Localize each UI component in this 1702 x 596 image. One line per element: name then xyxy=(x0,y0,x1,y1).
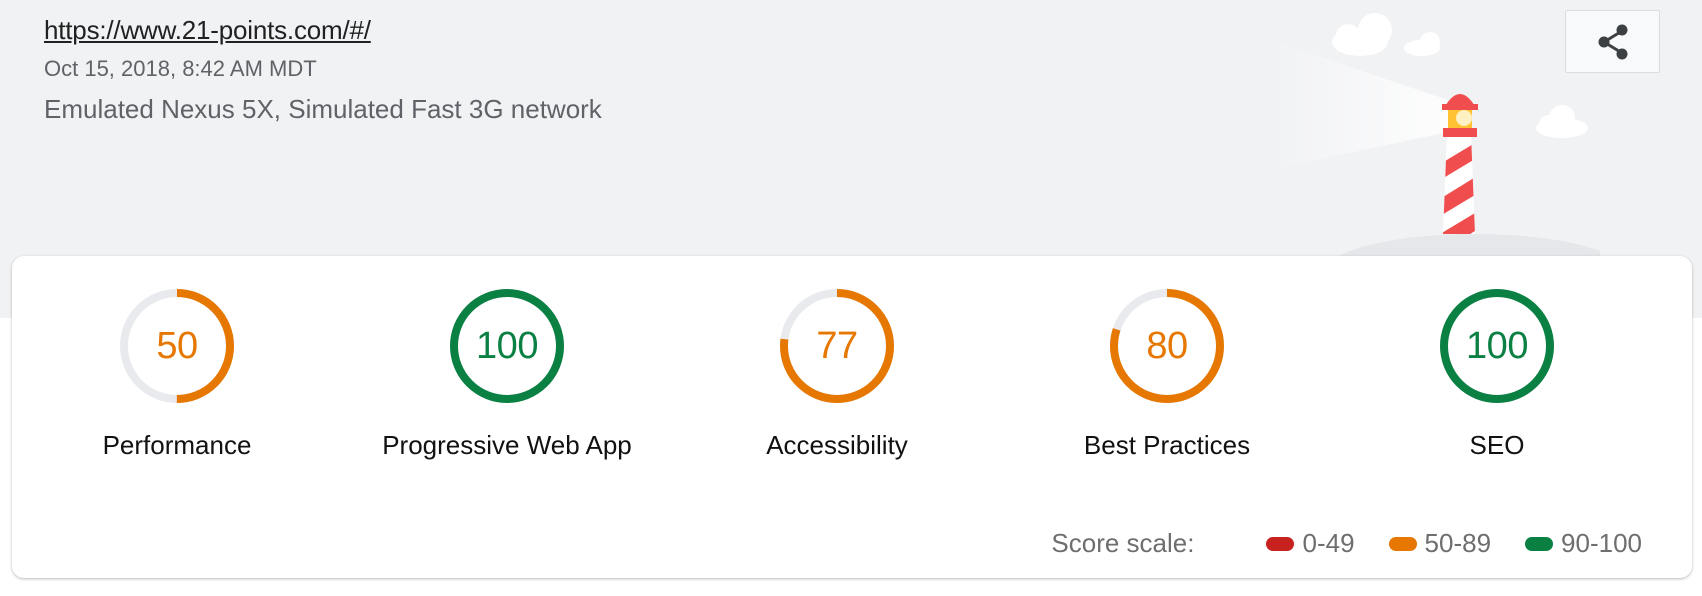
gauge-best-practices[interactable]: 80 Best Practices xyxy=(1002,286,1332,461)
share-button[interactable] xyxy=(1565,10,1660,73)
average-swatch xyxy=(1388,536,1417,551)
category-gauges: 50 Performance 100 Progressive Web App 7… xyxy=(12,286,1692,461)
best-practices-score: 80 xyxy=(1146,324,1188,367)
scale-range-pass: 90-100 xyxy=(1525,528,1642,559)
report-timestamp: Oct 15, 2018, 8:42 AM MDT xyxy=(44,56,317,81)
fail-range-label: 0-49 xyxy=(1302,528,1355,558)
performance-score: 50 xyxy=(156,324,198,367)
performance-gauge-ring: 50 xyxy=(117,286,237,406)
seo-score: 100 xyxy=(1466,324,1528,367)
lighthouse-icon xyxy=(1270,13,1600,270)
score-scale-title: Score scale: xyxy=(1051,528,1195,558)
pwa-label: Progressive Web App xyxy=(382,430,632,460)
share-icon xyxy=(1598,24,1627,59)
report-meta: https://www.21-points.com/#/ Oct 15, 201… xyxy=(44,12,602,126)
pass-swatch xyxy=(1525,536,1554,551)
gauge-accessibility[interactable]: 77 Accessibility xyxy=(672,286,1002,461)
scale-range-fail: 0-49 xyxy=(1266,528,1355,559)
gauge-seo[interactable]: 100 SEO xyxy=(1332,286,1662,461)
tested-url-link[interactable]: https://www.21-points.com/#/ xyxy=(44,12,602,48)
seo-gauge-ring: 100 xyxy=(1437,286,1557,406)
performance-label: Performance xyxy=(102,430,252,460)
accessibility-gauge-ring: 77 xyxy=(777,286,897,406)
scores-card: 50 Performance 100 Progressive Web App 7… xyxy=(12,256,1692,578)
best-practices-label: Best Practices xyxy=(1083,430,1251,460)
average-range-label: 50-89 xyxy=(1424,528,1492,558)
scale-range-average: 50-89 xyxy=(1388,528,1492,559)
pass-range-label: 90-100 xyxy=(1561,528,1642,558)
pwa-gauge-ring: 100 xyxy=(447,286,567,406)
accessibility-label: Accessibility xyxy=(766,430,908,460)
accessibility-score: 77 xyxy=(816,324,858,367)
best-practices-gauge-ring: 80 xyxy=(1107,286,1227,406)
seo-label: SEO xyxy=(1469,430,1525,460)
pwa-score: 100 xyxy=(476,324,538,367)
emulation-settings: Emulated Nexus 5X, Simulated Fast 3G net… xyxy=(44,94,602,124)
gauge-performance[interactable]: 50 Performance xyxy=(12,286,342,461)
score-scale-legend: Score scale: 0-49 50-89 90-100 xyxy=(1051,528,1642,559)
gauge-pwa[interactable]: 100 Progressive Web App xyxy=(342,286,672,461)
fail-swatch xyxy=(1266,536,1295,551)
report-page: https://www.21-points.com/#/ Oct 15, 201… xyxy=(0,0,1702,596)
